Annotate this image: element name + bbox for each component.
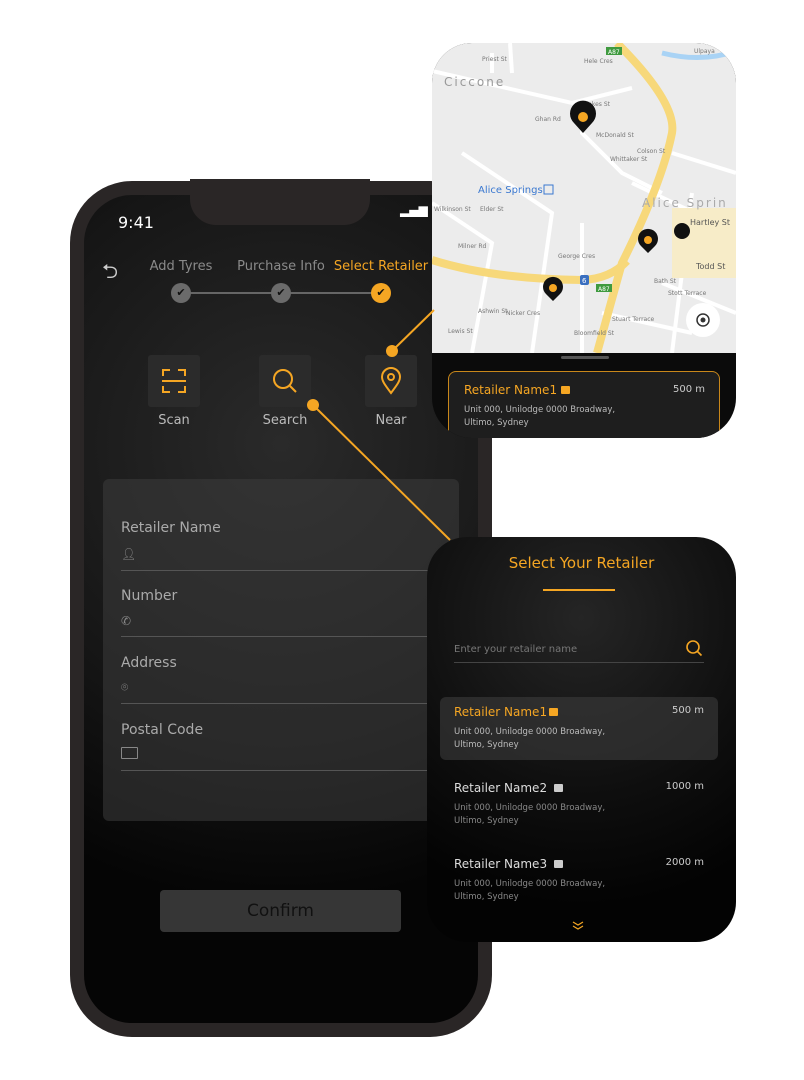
retailer-search-input[interactable] [454, 637, 704, 663]
search-button[interactable] [259, 355, 311, 407]
map-street-label: Hartley St [690, 218, 730, 227]
retailer-list-item[interactable]: Retailer Name3 2000 m Unit 000, Unilodge… [440, 849, 718, 912]
retailer-name: Retailer Name3 [454, 857, 548, 871]
retailer-name-field[interactable] [121, 570, 459, 571]
panel-title: Select Your Retailer [508, 554, 655, 572]
back-button[interactable]: ⮌ [102, 257, 118, 291]
person-icon: 👤︎ [121, 547, 137, 561]
map-street-label: Priest St [482, 56, 508, 63]
store-icon [549, 708, 558, 716]
map-street-label: Lewis St [448, 328, 473, 335]
confirm-button[interactable]: Confirm [160, 890, 401, 932]
phone-notch [190, 179, 370, 225]
postal-card-icon [121, 747, 138, 759]
address-label: Address [121, 655, 177, 671]
retailer-name: Retailer Name2 [454, 781, 548, 795]
retailer-distance: 1000 m [665, 781, 704, 792]
map-area-label: Alice Sprin [642, 196, 728, 210]
number-field[interactable] [121, 636, 459, 637]
station-label: Alice Springs [478, 185, 543, 196]
map-street-label: Wilkinson St [434, 206, 471, 213]
map-street-label: George Cres [558, 253, 595, 260]
scan-icon [162, 369, 186, 393]
road-shield: A87 [608, 49, 620, 56]
phone-icon: ✆ [121, 614, 132, 628]
user-location-marker [674, 223, 690, 239]
postal-code-label: Postal Code [121, 722, 204, 738]
map-street-label: Todd St [695, 262, 725, 271]
check-icon: ✔ [271, 283, 291, 303]
scan-button[interactable] [148, 355, 200, 407]
map[interactable]: Priest St Hele Cres Stokes St Ghan Rd Mc… [432, 43, 736, 353]
retailer-address: Unit 000, Unilodge 0000 Broadway, Ultimo,… [464, 405, 616, 428]
search-label: Search [262, 413, 308, 428]
step-add-tyres: Add Tyres [149, 259, 213, 274]
map-street-label: Ghan Rd [535, 116, 561, 123]
retailer-form: Retailer Name 👤︎ Number ✆ Address ⌾ Post… [103, 479, 459, 821]
scan-label: Scan [158, 413, 190, 428]
map-street-label: Stott Terrace [668, 290, 707, 297]
map-panel: Priest St Hele Cres Stokes St Ghan Rd Mc… [432, 43, 736, 438]
retailer-address: Unit 000, Unilodge 0000 Broadway, Ultimo,… [454, 879, 606, 902]
title-underline [543, 589, 615, 591]
search-icon [273, 369, 297, 393]
retailer-distance: 500 m [671, 705, 704, 716]
near-label: Near [375, 413, 407, 428]
map-street-label: Elder St [480, 206, 504, 213]
step-purchase-info: Purchase Info [237, 259, 325, 274]
retailer-distance: 2000 m [665, 857, 704, 868]
route-shield: 6 [582, 277, 587, 285]
retailer-address: Unit 000, Unilodge 0000 Broadway, Ultimo,… [454, 727, 606, 750]
locate-me-button[interactable] [686, 303, 720, 337]
phone-screen: 9:41 ⮌ Add Tyres Purchase Info Select Re… [84, 195, 478, 1023]
address-field[interactable] [121, 703, 459, 704]
number-label: Number [121, 588, 178, 604]
drag-handle[interactable] [561, 356, 609, 359]
retailer-name: Retailer Name1 [454, 705, 548, 719]
chevron-down-icon[interactable] [572, 921, 584, 931]
retailer-distance: 500 m [672, 384, 705, 395]
store-icon [554, 860, 563, 868]
retailer-name: Retailer Name1 [464, 383, 558, 397]
road-shield: A87 [598, 286, 610, 293]
map-street-label: Stuart Terrace [612, 316, 655, 323]
map-street-label: Bloomfield St [574, 330, 615, 337]
retailer-list-item[interactable]: Retailer Name1 500 m Unit 000, Unilodge … [440, 697, 718, 760]
postal-code-field[interactable] [121, 770, 459, 771]
retailer-name-label: Retailer Name [121, 520, 221, 536]
retailer-list-item[interactable]: Retailer Name2 1000 m Unit 000, Unilodge… [440, 773, 718, 836]
retailer-list-panel: Select Your Retailer Retailer Name1 500 … [427, 537, 736, 942]
step-select-retailer: Select Retailer [333, 259, 429, 274]
store-icon [561, 386, 570, 394]
map-street-label: Colson St [637, 148, 666, 155]
status-time: 9:41 [118, 213, 154, 232]
map-area-label: Ciccone [444, 75, 505, 89]
map-street-label: Milner Rd [458, 243, 487, 250]
map-street-label: Ulpaya [694, 48, 715, 55]
search-icon[interactable] [685, 639, 703, 657]
retailer-address: Unit 000, Unilodge 0000 Broadway, Ultimo,… [454, 803, 606, 826]
check-icon: ✔ [171, 283, 191, 303]
selected-retailer-card[interactable]: Retailer Name1 500 m Unit 000, Unilodge … [448, 371, 720, 438]
location-pin-icon [380, 367, 402, 395]
map-street-label: Whittaker St [610, 156, 648, 163]
map-street-label: Ashwin St [478, 308, 508, 315]
check-icon: ✔ [371, 283, 391, 303]
map-street-label: Bath St [654, 278, 677, 285]
map-street-label: Hele Cres [584, 58, 613, 65]
store-icon [554, 784, 563, 792]
location-pin-icon: ⌾ [121, 680, 129, 694]
map-street-label: McDonald St [596, 132, 634, 139]
near-button[interactable] [365, 355, 417, 407]
map-street-label: Nicker Cres [506, 310, 540, 317]
